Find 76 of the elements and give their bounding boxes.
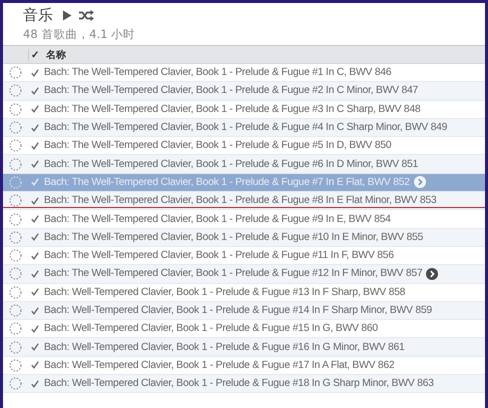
song-title: Bach: Well-Tempered Clavier, Book 1 - Prelude & Fugue #17 In A Flat, BWV 862 — [44, 360, 394, 371]
song-title: Bach: Well-Tempered Clavier, Book 1 - Prelude & Fugue #15 In G, BWV 860 — [44, 323, 378, 334]
check-column-heading[interactable]: ✓ — [28, 48, 44, 60]
status-circle-icon — [9, 194, 22, 208]
play-icon[interactable] — [62, 10, 72, 21]
status-circle-icon — [9, 377, 22, 390]
song-title: Bach: The Well-Tempered Clavier, Book 1 - Prelude & Fugue #10 In E Minor, BWV 855 — [44, 232, 424, 243]
status-circle-icon — [9, 66, 22, 80]
check-icon[interactable] — [31, 105, 39, 114]
check-icon[interactable] — [31, 86, 39, 95]
check-icon[interactable] — [31, 324, 39, 333]
song-title: Bach: The Well-Tempered Clavier, Book 1 - Prelude & Fugue #12 In F Minor, BWV 857 — [44, 268, 422, 280]
song-title: Bach: The Well-Tempered Clavier, Book 1 - Prelude & Fugue #7 In E Flat, BWV 852 — [44, 176, 410, 188]
check-icon[interactable] — [31, 288, 39, 296]
status-circle-icon — [9, 84, 22, 98]
status-circle-icon — [9, 249, 22, 262]
status-circle-icon — [9, 121, 22, 134]
song-row[interactable]: Bach: Well-Tempered Clavier, Book 1 - Prelude & Fugue #14 In F Sharp Minor, BWV 859 — [3, 302, 485, 320]
song-row[interactable]: Bach: The Well-Tempered Clavier, Book 1 - Prelude & Fugue #10 In E Minor, BWV 855 — [3, 228, 485, 247]
song-title: Bach: Well-Tempered Clavier, Book 1 - Prelude & Fugue #18 In G Sharp Minor, BWV 863 — [44, 378, 434, 390]
song-row[interactable]: Bach: The Well-Tempered Clavier, Book 1 - Prelude & Fugue #4 In C Sharp Minor, BWV 849 — [3, 118, 485, 138]
song-row[interactable]: Bach: The Well-Tempered Clavier, Book 1 - Prelude & Fugue #3 In C Sharp, BWV 848 — [3, 100, 485, 119]
check-icon[interactable] — [31, 343, 39, 352]
status-circle-icon — [9, 212, 22, 226]
song-title: Bach: The Well-Tempered Clavier, Book 1 - Prelude & Fugue #4 In C Sharp Minor, BWV 849 — [44, 122, 448, 134]
check-icon[interactable] — [31, 361, 39, 370]
check-icon[interactable] — [31, 196, 39, 205]
status-circle-icon — [9, 158, 22, 171]
song-row[interactable]: Bach: Well-Tempered Clavier, Book 1 - Prelude & Fugue #15 In G, BWV 860 — [3, 320, 485, 338]
status-circle-icon — [9, 322, 22, 336]
status-circle-icon — [9, 230, 22, 244]
check-icon[interactable] — [31, 142, 39, 150]
check-icon[interactable] — [31, 124, 39, 132]
status-circle-icon — [9, 267, 22, 280]
song-row[interactable]: Bach: The Well-Tempered Clavier, Book 1 - Prelude & Fugue #12 In F Minor, BWV 857 — [3, 265, 485, 284]
song-row[interactable]: Bach: The Well-Tempered Clavier, Book 1 - Prelude & Fugue #5 In D, BWV 850 — [3, 137, 485, 156]
library-title: 音乐 — [23, 6, 53, 25]
check-icon[interactable] — [31, 215, 39, 224]
song-row[interactable]: Bach: Well-Tempered Clavier, Book 1 - Prelude & Fugue #16 In G Minor, BWV 861 — [3, 338, 485, 357]
song-row[interactable]: Bach: The Well-Tempered Clavier, Book 1 - Prelude & Fugue #1 In C, BWV 846 — [3, 64, 485, 82]
status-circle-icon — [9, 286, 22, 299]
song-row[interactable]: Bach: Well-Tempered Clavier, Book 1 - Prelude & Fugue #13 In F Sharp, BWV 858 — [3, 284, 485, 302]
status-circle-icon — [9, 340, 22, 354]
check-icon[interactable] — [31, 233, 39, 242]
song-title: Bach: The Well-Tempered Clavier, Book 1 - Prelude & Fugue #6 In D Minor, BWV 851 — [44, 158, 418, 170]
song-title: Bach: Well-Tempered Clavier, Book 1 - Prelude & Fugue #13 In F Sharp, BWV 858 — [44, 286, 406, 298]
song-row[interactable]: Bach: Well-Tempered Clavier, Book 1 - Prelude & Fugue #18 In G Sharp Minor, BWV 863 — [3, 375, 485, 394]
song-title: Bach: Well-Tempered Clavier, Book 1 - Prelude & Fugue #14 In F Sharp Minor, BWV 859 — [44, 305, 432, 316]
song-title: Bach: The Well-Tempered Clavier, Book 1 - Prelude & Fugue #3 In C Sharp, BWV 848 — [44, 104, 420, 115]
song-row[interactable]: Bach: Well-Tempered Clavier, Book 1 - Prelude & Fugue #17 In A Flat, BWV 862 — [3, 356, 485, 376]
song-title: Bach: Well-Tempered Clavier, Book 1 - Prelude & Fugue #16 In G Minor, BWV 861 — [44, 342, 405, 353]
check-icon[interactable] — [31, 270, 39, 278]
shuffle-icon[interactable] — [79, 10, 94, 21]
check-icon[interactable] — [31, 68, 39, 77]
song-title: Bach: The Well-Tempered Clavier, Book 1 - Prelude & Fugue #5 In D, BWV 850 — [44, 140, 392, 152]
song-row[interactable]: Bach: The Well-Tempered Clavier, Book 1 - Prelude & Fugue #6 In D Minor, BWV 851 — [3, 155, 485, 174]
song-count: 48 首歌曲，4.1 小时 — [23, 27, 136, 42]
status-circle-icon — [9, 102, 22, 116]
song-title: Bach: The Well-Tempered Clavier, Book 1 - Prelude & Fugue #8 In E Flat Minor, BWV 853 — [44, 195, 436, 206]
song-row[interactable]: Bach: The Well-Tempered Clavier, Book 1 - Prelude & Fugue #8 In E Flat Minor, BWV 853 — [3, 192, 485, 210]
check-icon[interactable] — [31, 306, 39, 314]
status-circle-icon — [9, 139, 22, 152]
status-circle-icon — [9, 304, 22, 317]
name-column-heading[interactable]: 名称 — [46, 48, 66, 62]
song-title: Bach: The Well-Tempered Clavier, Book 1 - Prelude & Fugue #2 In C Minor, BWV 847 — [44, 85, 418, 96]
song-title: Bach: The Well-Tempered Clavier, Book 1 - Prelude & Fugue #9 In E, BWV 854 — [44, 214, 391, 225]
check-icon[interactable] — [31, 380, 39, 388]
status-circle-icon — [9, 176, 22, 189]
song-row[interactable]: Bach: The Well-Tempered Clavier, Book 1 - Prelude & Fugue #2 In C Minor, BWV 847 — [3, 82, 485, 101]
check-icon[interactable] — [31, 160, 39, 168]
song-title: Bach: The Well-Tempered Clavier, Book 1 - Prelude & Fugue #1 In C, BWV 846 — [44, 67, 392, 78]
arrow-circle-icon[interactable] — [426, 268, 438, 280]
check-icon[interactable] — [31, 252, 39, 260]
song-title: Bach: The Well-Tempered Clavier, Book 1 - Prelude & Fugue #11 In F, BWV 856 — [44, 250, 394, 262]
song-row[interactable]: Bach: The Well-Tempered Clavier, Book 1 - Prelude & Fugue #11 In F, BWV 856 — [3, 246, 485, 266]
status-circle-icon — [9, 358, 22, 372]
